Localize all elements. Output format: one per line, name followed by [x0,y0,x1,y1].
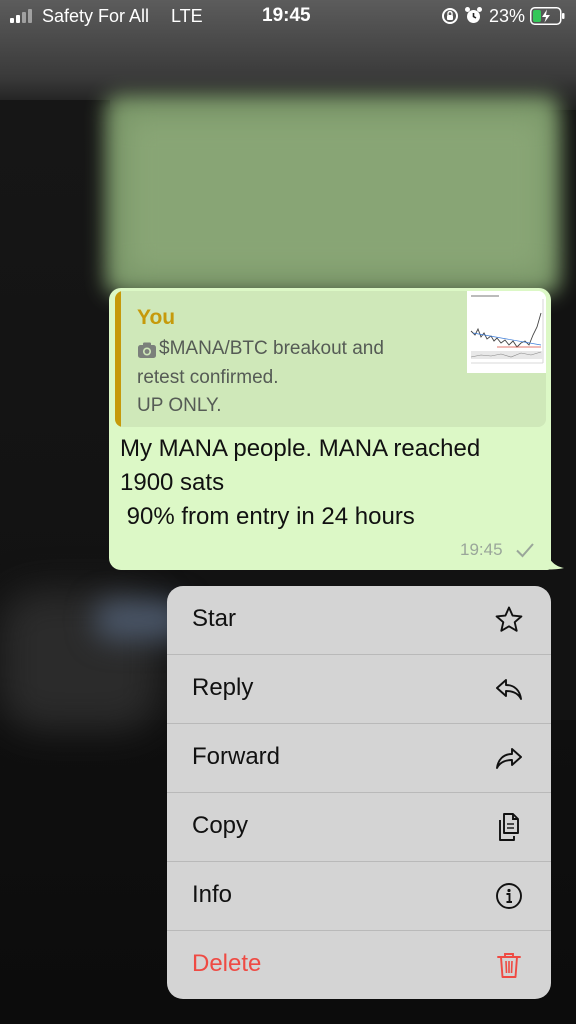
signal-strength-icon [10,9,32,23]
message-timestamp: 19:45 [460,540,503,559]
menu-item-reply[interactable]: Reply [167,655,551,724]
menu-item-forward[interactable]: Forward [167,724,551,793]
message-text-line: My MANA people. MANA reached [120,435,481,462]
menu-item-label: Forward [192,743,281,770]
bubble-tail [546,548,564,570]
alarm-icon [465,7,482,23]
quote-author: You [137,306,176,329]
carrier-name: Safety For All [42,6,150,26]
menu-item-label: Info [192,881,233,908]
menu-item-star[interactable]: Star [167,586,551,655]
quote-accent-bar [115,291,121,427]
quoted-message[interactable]: You $MANA/BTC breakout and retest confir… [115,291,546,427]
message-text-line: 90% from entry in 24 hours [120,503,415,530]
menu-item-label: Star [192,605,237,632]
menu-item-copy[interactable]: Copy [167,793,551,862]
camera-icon [138,342,156,358]
orientation-lock-icon [442,8,458,24]
network-type: LTE [171,6,203,26]
chart-thumbnail-image[interactable] [467,291,546,373]
battery-icon [530,7,565,25]
reply-icon [496,679,522,700]
trash-icon [497,953,521,978]
sent-check-icon [516,543,534,558]
menu-item-delete[interactable]: Delete [167,931,551,999]
menu-item-label: Delete [192,950,262,977]
menu-item-label: Reply [192,674,254,701]
message-bubble[interactable]: You $MANA/BTC breakout and retest confir… [109,288,551,570]
copy-icon [499,813,519,841]
info-icon [496,883,522,909]
status-bar: Safety For All LTE 19:45 23% [0,0,576,34]
quote-text-line: retest confirmed. [137,367,279,388]
blurred-message-inner [125,115,545,275]
star-icon [495,606,523,632]
quote-text-line: $MANA/BTC breakout and [159,338,384,359]
message-context-menu: Star Reply Forward Copy Info Delete [167,586,551,999]
battery-percentage: 23% [489,6,526,26]
menu-item-label: Copy [192,812,249,839]
status-time: 19:45 [262,5,311,26]
quote-text-line: UP ONLY. [137,395,222,416]
message-text-line: 1900 sats [120,469,225,496]
menu-item-info[interactable]: Info [167,862,551,931]
forward-icon [496,748,522,769]
